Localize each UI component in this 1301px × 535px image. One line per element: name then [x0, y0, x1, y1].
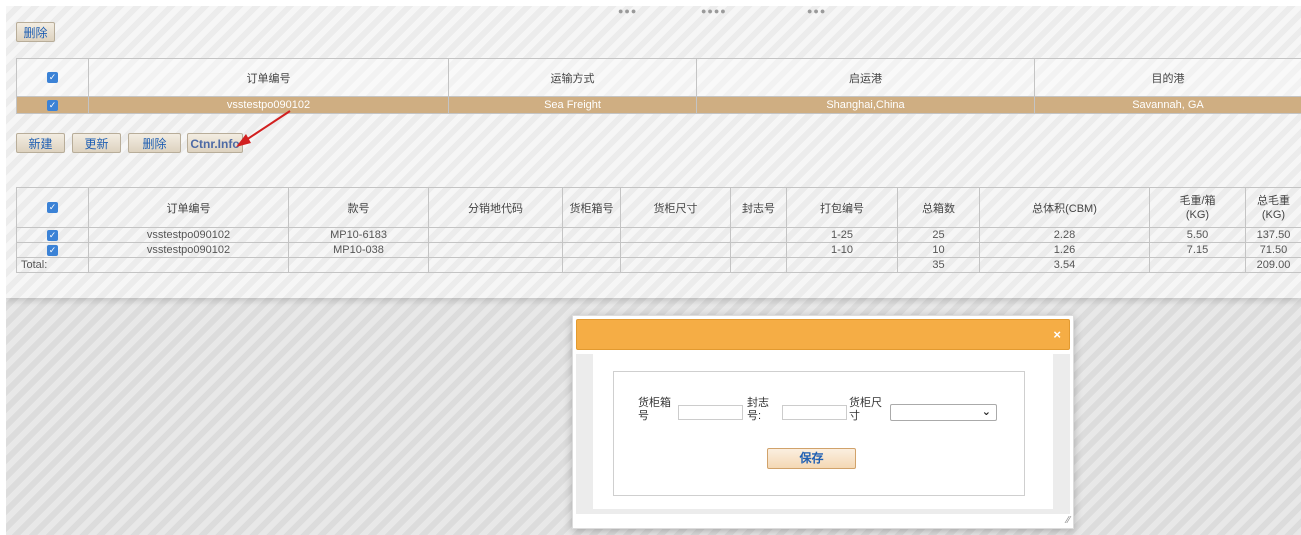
select-all-checkbox[interactable]: ✓	[16, 187, 89, 228]
header-line: 毛重/箱	[1179, 194, 1216, 207]
loading-dots: ●●●	[807, 6, 827, 16]
seal-no-label: 封志号:	[747, 397, 769, 422]
dialog-content: 货柜箱号 封志号: 货柜尺寸 ⌄ 保存	[593, 354, 1053, 509]
total-cartons: 35	[897, 257, 980, 273]
cell-total-weight: 137.50	[1245, 227, 1301, 243]
close-icon[interactable]: ×	[1053, 327, 1061, 342]
col-header-cbm: 总体积(CBM)	[979, 187, 1150, 228]
cell-order-no: vsstestpo090102	[88, 242, 289, 258]
dialog-body: 货柜箱号 封志号: 货柜尺寸 ⌄ 保存	[576, 354, 1070, 514]
cell-seal-no	[730, 242, 787, 258]
col-header-origin: 启运港	[696, 58, 1035, 97]
total-cbm: 3.54	[979, 257, 1150, 273]
cell-pack-no: 1-25	[786, 227, 898, 243]
detail-table: ✓ 订单编号 款号 分销地代码 货柜箱号 货柜尺寸 封志号 打包编号 总箱数 总…	[16, 187, 1301, 273]
loading-dots: ●●●●	[701, 6, 727, 16]
cell-ctnr-no	[562, 242, 621, 258]
col-header-cartons: 总箱数	[897, 187, 980, 228]
cell-dist-code	[428, 242, 563, 258]
ctnr-size-label: 货柜尺寸	[849, 397, 882, 422]
cell-cartons: 10	[897, 242, 980, 258]
col-header-pack-no: 打包编号	[786, 187, 898, 228]
table-row[interactable]: ✓ vsstestpo090102 MP10-6183 1-25 25 2.28…	[16, 227, 1301, 243]
col-header-destination: 目的港	[1034, 58, 1301, 97]
cell-order-no: vsstestpo090102	[88, 227, 289, 243]
ctnr-no-label: 货柜箱号	[638, 397, 671, 422]
col-header-weight-per-carton: 毛重/箱 (KG)	[1149, 187, 1246, 228]
dialog-header[interactable]: ×	[576, 319, 1070, 350]
check-icon: ✓	[47, 202, 58, 214]
table-row[interactable]: ✓ vsstestpo090102 MP10-038 1-10 10 1.26 …	[16, 242, 1301, 258]
header-line: (KG)	[1261, 208, 1286, 221]
container-info-dialog: × 货柜箱号 封志号: 货柜尺寸 ⌄ 保存 ⁄⁄	[572, 315, 1074, 529]
cell-cbm: 2.28	[979, 227, 1150, 243]
check-icon: ✓	[47, 244, 58, 256]
total-weight: 209.00	[1245, 257, 1301, 273]
cell-cartons: 25	[897, 227, 980, 243]
page-background: ●●● ●●●● ●●● 删除 ✓ 订单编号 运输方式 启运港 目的港 ✓ vs…	[6, 6, 1301, 535]
col-header-ctnr-size: 货柜尺寸	[620, 187, 731, 228]
cell-dist-code	[428, 227, 563, 243]
col-header-order-no: 订单编号	[88, 187, 289, 228]
row-checkbox[interactable]: ✓	[16, 242, 89, 258]
cell-destination: Savannah, GA	[1034, 96, 1301, 114]
chevron-down-icon: ⌄	[981, 406, 991, 418]
col-header-seal-no: 封志号	[730, 187, 787, 228]
total-label: Total:	[16, 257, 89, 273]
header-line: 总毛重	[1257, 194, 1290, 207]
col-header-dist-code: 分销地代码	[428, 187, 563, 228]
resize-handle-icon[interactable]: ⁄⁄	[1067, 515, 1070, 526]
col-header-total-weight: 总毛重 (KG)	[1245, 187, 1301, 228]
cell-weight-per-carton: 5.50	[1149, 227, 1246, 243]
ctnr-no-input[interactable]	[678, 405, 743, 420]
cell-total-weight: 71.50	[1245, 242, 1301, 258]
seal-no-input[interactable]	[782, 405, 847, 420]
col-header-shipping: 运输方式	[448, 58, 697, 97]
cell-origin: Shanghai,China	[696, 96, 1035, 114]
cell-style: MP10-6183	[288, 227, 429, 243]
cell-weight-per-carton: 7.15	[1149, 242, 1246, 258]
check-icon: ✓	[47, 229, 58, 241]
cell-ctnr-no	[562, 227, 621, 243]
col-header-ctnr-no: 货柜箱号	[562, 187, 621, 228]
save-button[interactable]: 保存	[767, 448, 856, 469]
ctnr-size-select[interactable]: ⌄	[890, 404, 997, 421]
cell-pack-no: 1-10	[786, 242, 898, 258]
total-row: Total: 35 3.54 209.00	[16, 257, 1301, 273]
cell-cbm: 1.26	[979, 242, 1150, 258]
col-header-style: 款号	[288, 187, 429, 228]
cell-ctnr-size	[620, 227, 731, 243]
cell-style: MP10-038	[288, 242, 429, 258]
container-form: 货柜箱号 封志号: 货柜尺寸 ⌄ 保存	[613, 371, 1025, 496]
cell-seal-no	[730, 227, 787, 243]
cell-shipping: Sea Freight	[448, 96, 697, 114]
annotation-arrow-icon	[236, 110, 291, 147]
cell-ctnr-size	[620, 242, 731, 258]
row-checkbox[interactable]: ✓	[16, 227, 89, 243]
loading-dots: ●●●	[618, 6, 638, 16]
header-line: (KG)	[1185, 208, 1210, 221]
